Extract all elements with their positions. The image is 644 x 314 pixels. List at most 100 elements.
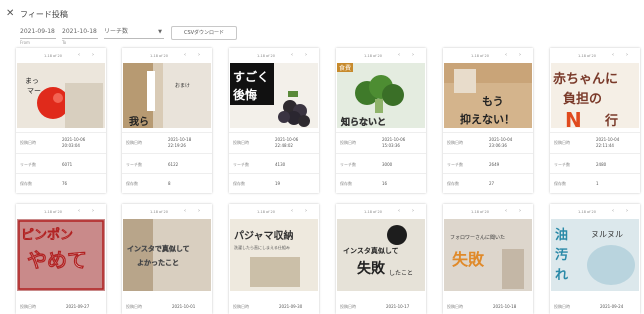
page-range: 1-18 of 20 bbox=[150, 210, 168, 214]
chevron-left-icon[interactable]: ‹ bbox=[78, 208, 80, 214]
reach-value: 2649 bbox=[489, 162, 500, 167]
chevron-down-icon: ▼ bbox=[158, 29, 162, 35]
chevron-right-icon[interactable]: › bbox=[412, 52, 414, 58]
divider bbox=[122, 132, 212, 133]
post-card[interactable]: 1-18 of 20 ‹ › 赤ちゃんに 負担の N 行 投稿日時 2021-1… bbox=[550, 48, 640, 193]
close-icon[interactable]: ✕ bbox=[6, 8, 14, 19]
reach-value: 3000 bbox=[382, 162, 393, 167]
chevron-right-icon[interactable]: › bbox=[412, 208, 414, 214]
post-thumbnail[interactable]: インスタで真似して よかったこと bbox=[123, 219, 211, 291]
post-thumbnail[interactable]: おまけ 我ら bbox=[123, 63, 211, 128]
posted-label: 投稿日時 bbox=[126, 304, 142, 309]
divider bbox=[229, 153, 319, 154]
chevron-right-icon[interactable]: › bbox=[626, 208, 628, 214]
post-thumbnail[interactable]: 赤ちゃんに 負担の N 行 bbox=[551, 63, 639, 128]
thumb-text: まっ bbox=[25, 77, 39, 85]
posted-date: 2021-10-06 bbox=[275, 137, 299, 142]
thumb-text: したこと bbox=[389, 270, 413, 277]
chevron-right-icon[interactable]: › bbox=[519, 208, 521, 214]
divider bbox=[336, 153, 426, 154]
card-pagination: 1-18 of 20 ‹ › bbox=[336, 52, 426, 62]
chevron-right-icon[interactable]: › bbox=[519, 52, 521, 58]
post-thumbnail[interactable]: もう 抑えない！ bbox=[444, 63, 532, 128]
chevron-left-icon[interactable]: ‹ bbox=[291, 208, 293, 214]
chevron-right-icon[interactable]: › bbox=[305, 52, 307, 58]
reach-value: 6122 bbox=[168, 162, 179, 167]
csv-download-button[interactable]: CSVダウンロード bbox=[171, 26, 237, 40]
thumb-text: 我ら bbox=[129, 115, 149, 128]
post-thumbnail[interactable]: 油 汚 れ ヌルヌル bbox=[551, 219, 639, 291]
card-pagination: 1-18 of 20 ‹ › bbox=[229, 208, 319, 218]
chevron-right-icon[interactable]: › bbox=[92, 208, 94, 214]
sort-select[interactable]: リーチ数 ▼ bbox=[104, 26, 164, 39]
saves-value: 76 bbox=[62, 181, 68, 186]
post-thumbnail[interactable]: インスタ真似して 失敗 したこと bbox=[337, 219, 425, 291]
page-range: 1-18 of 20 bbox=[471, 54, 489, 58]
thumb-text: やめて bbox=[27, 248, 87, 272]
chevron-left-icon[interactable]: ‹ bbox=[184, 208, 186, 214]
posted-time: 23:06:36 bbox=[489, 143, 507, 148]
reach-label: リーチ数 bbox=[554, 162, 570, 167]
post-thumbnail[interactable]: すごく 後悔 bbox=[230, 63, 318, 128]
chevron-left-icon[interactable]: ‹ bbox=[291, 52, 293, 58]
post-thumbnail[interactable]: ピンポン やめて bbox=[17, 219, 105, 291]
posted-date: 2021-10-18 bbox=[168, 137, 192, 142]
page-range: 1-18 of 20 bbox=[364, 54, 382, 58]
chevron-right-icon[interactable]: › bbox=[198, 52, 200, 58]
chevron-right-icon[interactable]: › bbox=[626, 52, 628, 58]
posted-label: 投稿日時 bbox=[126, 140, 142, 145]
chevron-left-icon[interactable]: ‹ bbox=[505, 208, 507, 214]
posted-label: 投稿日時 bbox=[447, 304, 463, 309]
reach-value: 2480 bbox=[596, 162, 607, 167]
chevron-left-icon[interactable]: ‹ bbox=[184, 52, 186, 58]
thumb-text: 行 bbox=[604, 113, 618, 128]
thumb-text: N bbox=[565, 108, 582, 128]
date-to-field[interactable]: 2021-10-18 bbox=[62, 26, 98, 39]
post-card[interactable]: 1-18 of 20 ‹ › 油 汚 れ ヌルヌル 2021-09-24 投稿日… bbox=[550, 204, 640, 314]
chevron-right-icon[interactable]: › bbox=[305, 208, 307, 214]
posted-date: 2021-10-06 bbox=[62, 137, 86, 142]
post-card[interactable]: 1-18 of 20 ‹ › もう 抑えない！ 投稿日時 2021-10-04 … bbox=[443, 48, 533, 193]
divider bbox=[122, 153, 212, 154]
post-card[interactable]: 1-18 of 20 ‹ › フォロワーさんに聞いた 失敗 2021-10-18… bbox=[443, 204, 533, 314]
post-card[interactable]: 1-18 of 20 ‹ › パジャマ収納 洗濯したら直にしまえる仕組み 202… bbox=[229, 204, 319, 314]
date-from-field[interactable]: 2021-09-18 bbox=[20, 26, 56, 39]
posted-label: 投稿日時 bbox=[447, 140, 463, 145]
reach-label: リーチ数 bbox=[20, 162, 36, 167]
card-pagination: 1-18 of 20 ‹ › bbox=[443, 208, 533, 218]
post-thumbnail[interactable]: 食費 知らないと bbox=[337, 63, 425, 128]
chevron-left-icon[interactable]: ‹ bbox=[612, 52, 614, 58]
card-pagination: 1-18 of 20 ‹ › bbox=[443, 52, 533, 62]
chevron-right-icon[interactable]: › bbox=[198, 208, 200, 214]
posted-label: 投稿日時 bbox=[233, 140, 249, 145]
post-card[interactable]: 1-18 of 20 ‹ › すごく 後悔 投稿日時 2021-10-06 22… bbox=[229, 48, 319, 193]
thumb-text: 失敗 bbox=[357, 260, 386, 277]
chevron-left-icon[interactable]: ‹ bbox=[505, 52, 507, 58]
post-thumbnail[interactable]: パジャマ収納 洗濯したら直にしまえる仕組み bbox=[230, 219, 318, 291]
page-title: フィード投稿 bbox=[20, 10, 68, 19]
thumb-text: すごく bbox=[233, 69, 269, 84]
thumb-text: インスタ真似して bbox=[343, 246, 399, 255]
post-card[interactable]: 1-18 of 20 ‹ › インスタ真似して 失敗 したこと 2021-10-… bbox=[336, 204, 426, 314]
chevron-left-icon[interactable]: ‹ bbox=[398, 52, 400, 58]
post-card[interactable]: 1-18 of 20 ‹ › まっ マー 投稿日時 2021-10-06 20:… bbox=[16, 48, 106, 193]
thumb-text: ヌルヌル bbox=[591, 230, 623, 239]
post-card[interactable]: 1-18 of 20 ‹ › ピンポン やめて 2021-09-27 投稿日時 bbox=[16, 204, 106, 314]
saves-value: 27 bbox=[489, 181, 495, 186]
page-range: 1-18 of 20 bbox=[44, 54, 62, 58]
post-card[interactable]: 1-18 of 20 ‹ › 食費 知らないと 投稿日時 2021-10-06 … bbox=[336, 48, 426, 193]
chevron-left-icon[interactable]: ‹ bbox=[612, 208, 614, 214]
saves-value: 19 bbox=[275, 181, 281, 186]
post-card[interactable]: 1-18 of 20 ‹ › おまけ 我ら 投稿日時 2021-10-18 22… bbox=[122, 48, 212, 193]
card-pagination: 1-18 of 20 ‹ › bbox=[336, 208, 426, 218]
post-thumbnail[interactable]: フォロワーさんに聞いた 失敗 bbox=[444, 219, 532, 291]
reach-value: 4130 bbox=[275, 162, 286, 167]
chevron-left-icon[interactable]: ‹ bbox=[78, 52, 80, 58]
post-thumbnail[interactable]: まっ マー bbox=[17, 63, 105, 128]
chevron-left-icon[interactable]: ‹ bbox=[398, 208, 400, 214]
chevron-right-icon[interactable]: › bbox=[92, 52, 94, 58]
posted-label: 投稿日時 bbox=[20, 140, 36, 145]
post-card[interactable]: 1-18 of 20 ‹ › インスタで真似して よかったこと 2021-10-… bbox=[122, 204, 212, 314]
thumb-text: 赤ちゃんに bbox=[553, 71, 618, 87]
divider bbox=[229, 173, 319, 174]
